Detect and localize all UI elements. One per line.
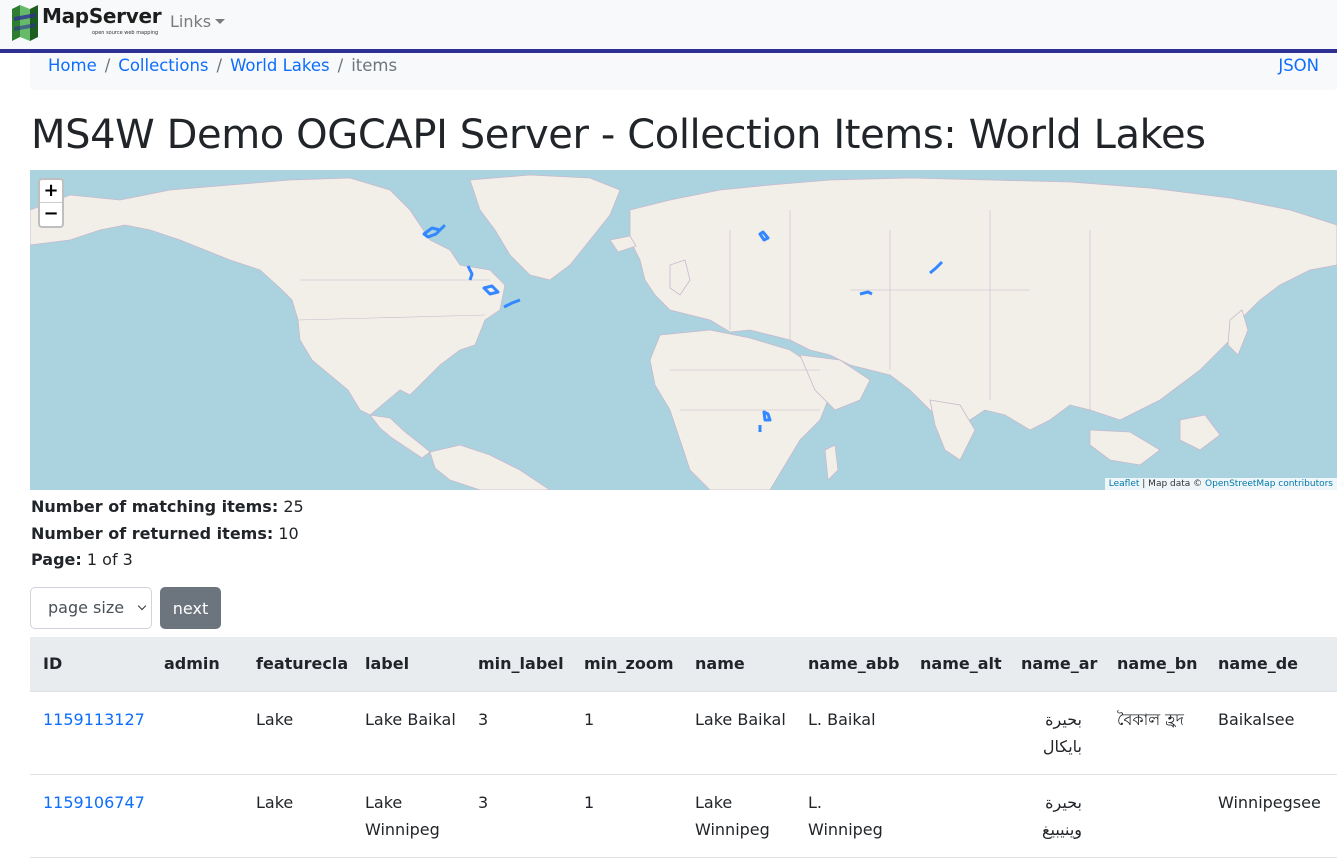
- table-cell: [907, 691, 1008, 775]
- returned-items: Number of returned items: 10: [31, 521, 304, 548]
- links-dropdown-toggle[interactable]: Links: [170, 12, 226, 31]
- table-cell: L. Baikal: [795, 691, 907, 775]
- table-cell: Lake Winnipeg: [682, 774, 795, 858]
- column-header[interactable]: min_label: [465, 637, 571, 692]
- returned-items-label: Number of returned items:: [31, 523, 274, 543]
- top-navbar: MapServer open source web mapping Links: [0, 0, 1337, 53]
- lake-feature[interactable]: [503, 298, 521, 309]
- next-button[interactable]: next: [160, 587, 221, 629]
- page-info: Page: 1 of 3: [31, 547, 304, 574]
- breadcrumb-current: items: [351, 56, 398, 75]
- table-cell: بحيرة بايكال: [1008, 691, 1104, 775]
- zoom-in-button[interactable]: +: [40, 180, 62, 203]
- map-land: [30, 174, 1337, 490]
- json-link[interactable]: JSON: [1278, 56, 1319, 75]
- table-cell: 1: [571, 691, 682, 775]
- map-tiles[interactable]: [30, 170, 1337, 490]
- returned-items-value: 10: [278, 523, 299, 543]
- breadcrumb-separator: /: [104, 56, 111, 75]
- column-header[interactable]: name_alt: [907, 637, 1008, 692]
- table-cell: Lake Baikal: [352, 691, 465, 775]
- mapserver-logo-icon[interactable]: [10, 3, 40, 41]
- chevron-down-icon: [137, 601, 147, 611]
- matching-items-value: 25: [283, 497, 304, 516]
- table-cell: Lake: [243, 774, 352, 858]
- table-cell-id: 1159113127: [30, 691, 151, 775]
- column-header[interactable]: ID: [30, 637, 151, 692]
- map-view[interactable]: + − Leaflet | Map data © OpenStreetMap c…: [30, 170, 1337, 490]
- links-label: Links: [170, 12, 212, 31]
- table-cell: Winnipegsee: [1205, 774, 1337, 858]
- column-header[interactable]: name_ar: [1008, 637, 1104, 692]
- column-header[interactable]: name_abb: [795, 637, 907, 692]
- page-label: Page:: [31, 550, 82, 569]
- table-cell: [151, 691, 243, 775]
- matching-items: Number of matching items: 25: [31, 494, 304, 521]
- table-row: 1159106747 Lake Lake Winnipeg 3 1 Lake W…: [30, 774, 1337, 858]
- table-cell: Baikalsee: [1205, 691, 1337, 775]
- caret-down-icon: [215, 19, 226, 24]
- table-row: 1159113127 Lake Lake Baikal 3 1 Lake Bai…: [30, 691, 1337, 775]
- page-value: 1 of 3: [86, 550, 133, 569]
- breadcrumb-separator: /: [216, 56, 223, 75]
- column-header[interactable]: name: [682, 637, 795, 692]
- brand-tagline: open source web mapping: [92, 30, 159, 36]
- column-header[interactable]: label: [352, 637, 465, 692]
- table-cell: Lake Baikal: [682, 691, 795, 775]
- leaflet-link[interactable]: Leaflet: [1109, 479, 1140, 489]
- breadcrumb-separator: /: [337, 56, 344, 75]
- breadcrumb-world-lakes[interactable]: World Lakes: [230, 56, 330, 75]
- table-cell: বৈকাল হ্রদ: [1104, 691, 1205, 775]
- osm-link[interactable]: OpenStreetMap contributors: [1205, 479, 1333, 489]
- matching-items-label: Number of matching items:: [31, 497, 279, 516]
- item-id-link[interactable]: 1159106747: [43, 793, 145, 812]
- column-header[interactable]: name_de: [1205, 637, 1337, 692]
- table-cell: 1: [571, 774, 682, 858]
- table-cell: 3: [465, 691, 571, 775]
- page-title: MS4W Demo OGCAPI Server - Collection Ite…: [31, 112, 1206, 158]
- item-id-link[interactable]: 1159113127: [43, 710, 145, 729]
- table-cell: L. Winnipeg: [795, 774, 907, 858]
- items-table: ID admin featurecla label min_label min_…: [30, 637, 1337, 858]
- breadcrumb-home[interactable]: Home: [48, 56, 97, 75]
- column-header[interactable]: name_bn: [1104, 637, 1205, 692]
- lake-feature[interactable]: [422, 224, 446, 239]
- page-size-label: page size: [48, 598, 125, 617]
- lake-feature[interactable]: [859, 290, 873, 296]
- brand-name[interactable]: MapServer: [42, 4, 162, 28]
- table-cell: [151, 774, 243, 858]
- attribution-text: | Map data ©: [1139, 479, 1206, 489]
- column-header[interactable]: min_zoom: [571, 637, 682, 692]
- table-cell: [907, 774, 1008, 858]
- table-cell: [1104, 774, 1205, 858]
- table-cell: 3: [465, 774, 571, 858]
- breadcrumb-bar: Home / Collections / World Lakes / items JSON: [30, 53, 1337, 90]
- table-cell: بحيرة وينيبيغ: [1008, 774, 1104, 858]
- breadcrumb-collections[interactable]: Collections: [118, 56, 208, 75]
- zoom-control: + −: [38, 178, 64, 228]
- table-header-row: ID admin featurecla label min_label min_…: [30, 637, 1337, 692]
- page-size-select[interactable]: page size: [30, 587, 152, 629]
- column-header[interactable]: featurecla: [243, 637, 352, 692]
- breadcrumb: Home / Collections / World Lakes / items: [48, 56, 397, 75]
- table-cell: Lake Winnipeg: [352, 774, 465, 858]
- results-summary: Number of matching items: 25 Number of r…: [31, 494, 304, 574]
- table-cell-id: 1159106747: [30, 774, 151, 858]
- table-cell: Lake: [243, 691, 352, 775]
- zoom-out-button[interactable]: −: [40, 203, 62, 226]
- map-attribution: Leaflet | Map data © OpenStreetMap contr…: [1104, 478, 1337, 490]
- column-header[interactable]: admin: [151, 637, 243, 692]
